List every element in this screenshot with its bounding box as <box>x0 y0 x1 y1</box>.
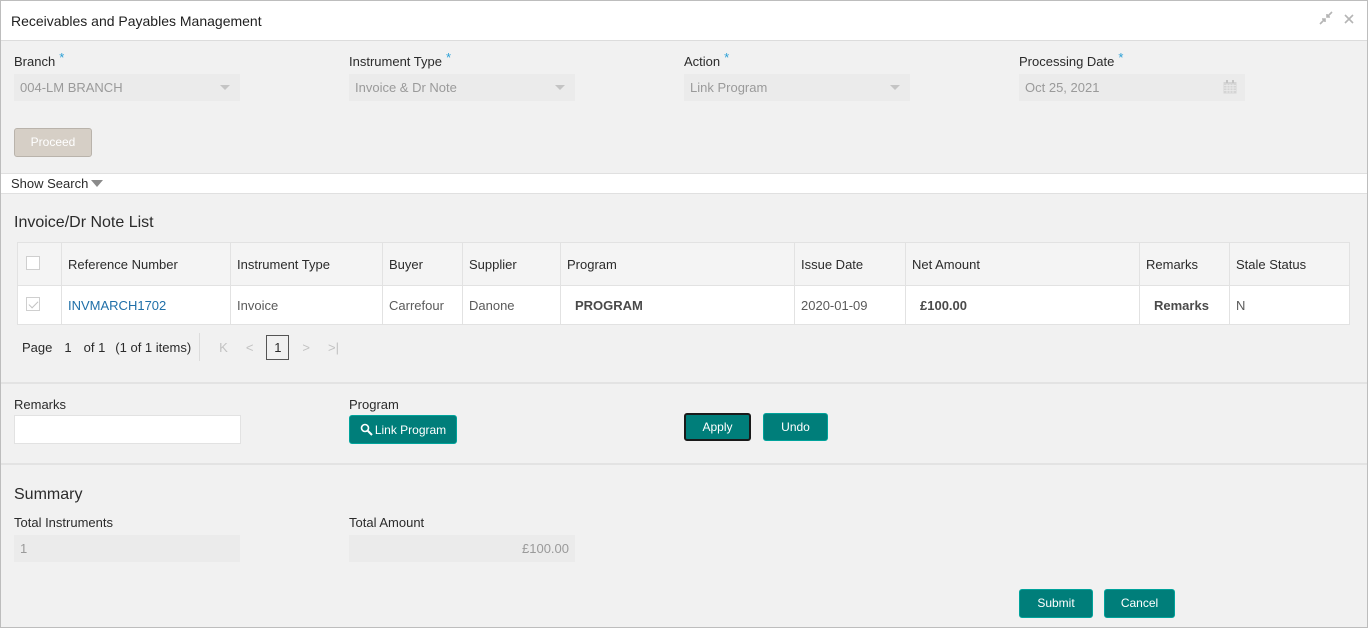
app-window: Receivables and Payables Management Bran… <box>0 0 1368 628</box>
instrument-type-select[interactable]: Invoice & Dr Note <box>349 74 575 101</box>
minimize-icon[interactable] <box>1319 11 1333 30</box>
table-header-row: Reference Number Instrument Type Buyer S… <box>17 242 1350 286</box>
total-instruments-value: 1 <box>14 535 240 562</box>
link-program-label: Link Program <box>374 422 447 437</box>
chevron-down-icon <box>555 85 565 90</box>
branch-label-text: Branch <box>14 54 56 69</box>
items-count-label: (1 of 1 items) <box>115 339 192 355</box>
column-header[interactable]: Supplier <box>462 242 561 286</box>
required-marker: * <box>724 50 730 65</box>
current-page-input[interactable]: 1 <box>64 340 71 355</box>
title-bar: Receivables and Payables Management <box>1 1 1367 41</box>
program-cell[interactable]: PROGRAM <box>560 285 795 325</box>
select-all-checkbox[interactable] <box>26 255 40 270</box>
page-count-label: of 1 <box>83 339 106 355</box>
required-marker: * <box>59 50 65 65</box>
apply-button[interactable]: Apply <box>684 413 751 441</box>
link-program-button[interactable]: Link Program <box>349 415 457 444</box>
total-amount-label: Total Amount <box>349 515 425 530</box>
show-search-label: Show Search <box>11 176 89 191</box>
action-label-text: Action <box>684 54 721 69</box>
remarks-cell[interactable]: Remarks <box>1139 285 1230 325</box>
instrument-type-label: Instrument Type * <box>349 50 451 69</box>
show-search-toggle[interactable]: Show Search <box>1 173 1367 194</box>
processing-date-value: Oct 25, 2021 <box>1025 80 1100 95</box>
branch-select[interactable]: 004-LM BRANCH <box>14 74 240 101</box>
row-select-cell <box>17 285 62 325</box>
column-header[interactable]: Buyer <box>382 242 463 286</box>
column-header[interactable]: Stale Status <box>1229 242 1350 286</box>
pager-divider <box>199 333 201 361</box>
instrument-type-value: Invoice & Dr Note <box>355 80 457 95</box>
caret-down-icon <box>91 180 104 187</box>
instrument-type-cell: Invoice <box>230 285 383 325</box>
supplier-cell: Danone <box>462 285 561 325</box>
processing-date-label-text: Processing Date <box>1019 54 1115 69</box>
stale-status-cell: N <box>1229 285 1350 325</box>
page-label: Page <box>22 339 53 355</box>
submit-button[interactable]: Submit <box>1019 589 1093 618</box>
next-page-icon[interactable]: > <box>302 340 310 355</box>
required-marker: * <box>1118 50 1124 65</box>
program-label: Program <box>349 397 399 412</box>
instrument-type-label-text: Instrument Type <box>349 54 442 69</box>
action-label: Action * <box>684 50 729 69</box>
net-amount-cell: £100.00 <box>905 285 1140 325</box>
remarks-input[interactable] <box>14 415 241 444</box>
proceed-button[interactable]: Proceed <box>14 128 92 157</box>
buyer-cell: Carrefour <box>382 285 463 325</box>
remarks-label: Remarks <box>14 397 67 412</box>
page-button[interactable]: 1 <box>266 334 290 360</box>
section-divider <box>1 382 1367 384</box>
column-header[interactable]: Reference Number <box>61 242 231 286</box>
total-instruments-label: Total Instruments <box>14 515 113 530</box>
list-title: Invoice/Dr Note List <box>14 214 154 231</box>
search-icon <box>360 423 373 436</box>
first-page-icon[interactable]: K <box>219 340 228 355</box>
chevron-down-icon <box>220 85 230 90</box>
processing-date-label: Processing Date * <box>1019 50 1123 69</box>
invoice-table: Reference Number Instrument Type Buyer S… <box>17 242 1350 325</box>
prev-page-icon[interactable]: < <box>246 340 254 355</box>
cancel-button[interactable]: Cancel <box>1104 589 1175 618</box>
column-header[interactable]: Program <box>560 242 795 286</box>
action-value: Link Program <box>690 80 768 95</box>
pagination: Page 1 of 1 (1 of 1 items) K < 1 > >| <box>22 333 348 361</box>
calendar-icon[interactable] <box>1223 80 1237 94</box>
chevron-down-icon <box>890 85 900 90</box>
branch-value: 004-LM BRANCH <box>20 80 123 95</box>
processing-date-input[interactable]: Oct 25, 2021 <box>1019 74 1245 101</box>
total-amount-value: £100.00 <box>349 535 575 562</box>
column-header[interactable]: Instrument Type <box>230 242 383 286</box>
table-row: INVMARCH1702 Invoice Carrefour Danone PR… <box>17 285 1350 325</box>
select-all-header <box>17 242 62 286</box>
row-checkbox[interactable] <box>26 296 40 311</box>
reference-number-link[interactable]: INVMARCH1702 <box>61 285 231 325</box>
undo-button[interactable]: Undo <box>763 413 828 441</box>
branch-label: Branch * <box>14 50 64 69</box>
issue-date-cell: 2020-01-09 <box>794 285 906 325</box>
column-header[interactable]: Issue Date <box>794 242 906 286</box>
required-marker: * <box>445 50 452 65</box>
section-divider <box>1 463 1367 465</box>
window-title: Receivables and Payables Management <box>11 13 262 29</box>
last-page-icon[interactable]: >| <box>328 340 339 355</box>
action-select[interactable]: Link Program <box>684 74 910 101</box>
summary-title: Summary <box>14 486 83 503</box>
column-header[interactable]: Remarks <box>1139 242 1230 286</box>
column-header[interactable]: Net Amount <box>905 242 1140 286</box>
close-icon[interactable] <box>1343 12 1355 30</box>
